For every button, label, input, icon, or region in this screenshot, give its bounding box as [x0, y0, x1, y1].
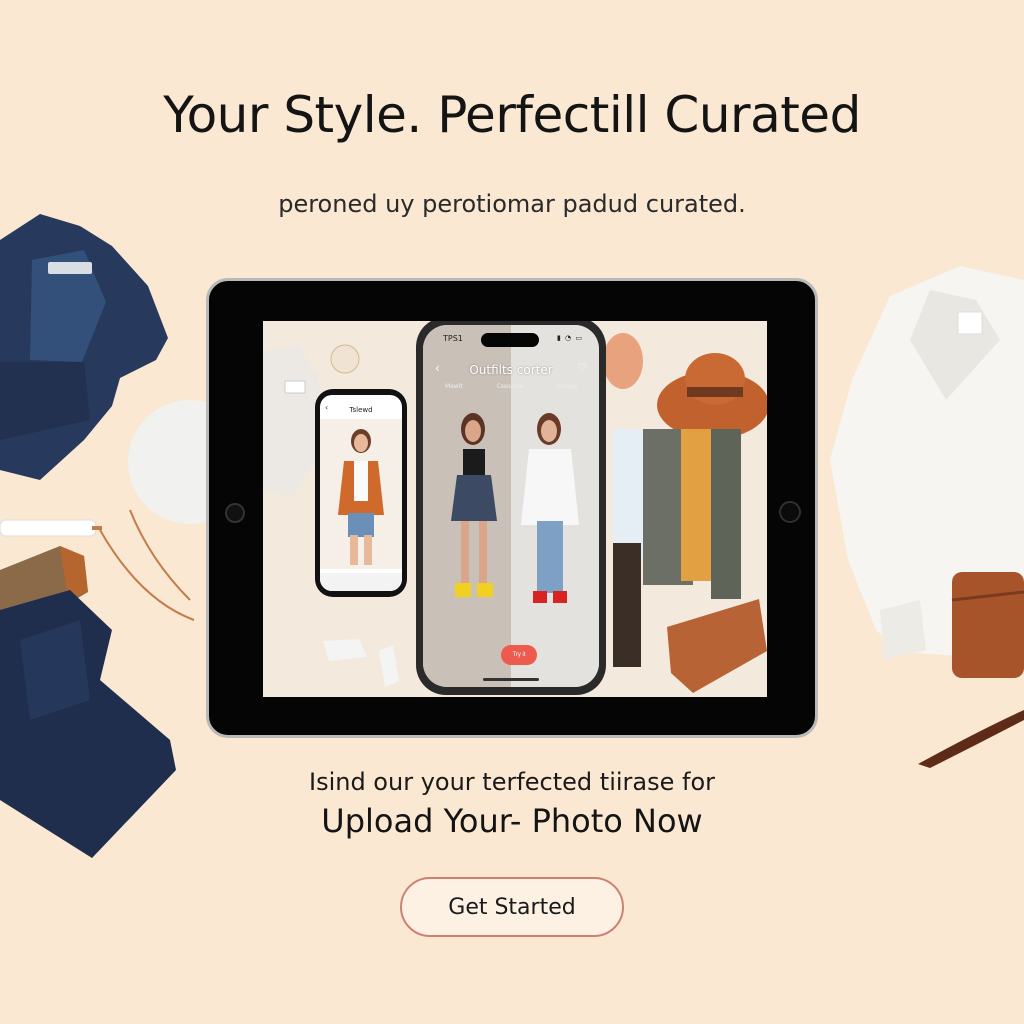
dynamic-island [481, 333, 539, 347]
get-started-button[interactable]: Get Started [400, 877, 624, 937]
sweater-image [263, 345, 321, 497]
small-phone-notch [343, 389, 369, 395]
tab-1[interactable]: Mawlt [445, 383, 463, 390]
large-phone-mockup: TPS1 ▮ ◔ ▭ ‹ Outfilts corter ♡ Mawlt Css… [416, 321, 606, 695]
tablet-home-button [779, 501, 801, 523]
outfit-comparison-models-image [451, 413, 579, 603]
outfits-screen-title: Outfilts corter [469, 363, 553, 377]
heart-icon[interactable]: ♡ [577, 361, 587, 374]
hero-subtitle: peroned uy perotiomar padud curated. [278, 190, 746, 218]
home-indicator [483, 678, 539, 681]
status-time: TPS1 [443, 334, 463, 343]
hero-title: Your Style. Perfectill Curated [163, 86, 861, 144]
small-phone-mockup: ‹ Tslewd [315, 389, 407, 597]
small-phone-toolbar [320, 573, 402, 591]
model-orange-jacket-image [320, 419, 402, 569]
leather-clutch-image [667, 599, 767, 693]
tablet-mockup: ‹ Tslewd TPS1 ▮ ◔ ▭ ‹ Outfilts corter ♡ … [206, 278, 818, 738]
small-phone-screen: ‹ Tslewd [320, 395, 402, 591]
upload-headline: Upload Your- Photo Now [321, 802, 703, 840]
sneakers-image [323, 639, 399, 687]
tablet-camera [225, 503, 245, 523]
brooch-image [330, 344, 360, 374]
tab-3[interactable]: Rheaw [557, 383, 577, 390]
try-outfit-button[interactable]: Try it [501, 645, 537, 665]
status-icons: ▮ ◔ ▭ [556, 334, 583, 342]
upload-prompt: Isind our your terfected tiirase for [308, 768, 716, 796]
large-phone-screen: TPS1 ▮ ◔ ▭ ‹ Outfilts corter ♡ Mawlt Css… [423, 325, 599, 687]
tablet-screen: ‹ Tslewd TPS1 ▮ ◔ ▭ ‹ Outfilts corter ♡ … [263, 321, 767, 697]
coral-pouch-image [603, 333, 643, 389]
tab-2[interactable]: Cssoawe [497, 383, 523, 390]
outfit-tabs: Mawlt Cssoawe Rheaw [445, 383, 577, 390]
hat-image [657, 353, 767, 439]
